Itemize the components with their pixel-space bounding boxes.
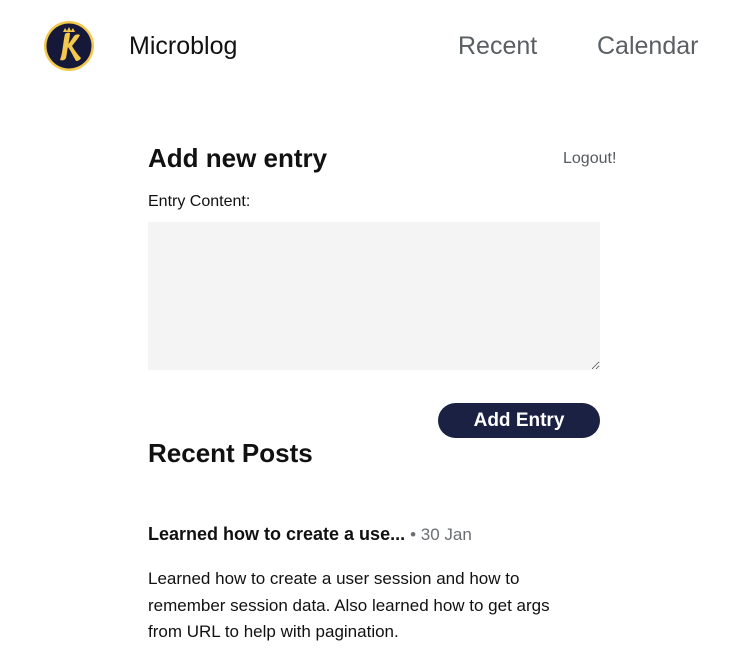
nav-calendar[interactable]: Calendar — [597, 31, 698, 61]
recent-posts-heading: Recent Posts — [148, 438, 313, 468]
post-title-link[interactable]: Learned how to create a use... — [148, 524, 405, 544]
logo-icon[interactable] — [43, 20, 95, 72]
add-entry-title: Add new entry — [148, 143, 328, 173]
post-date: • 30 Jan — [410, 525, 472, 544]
entry-content-textarea[interactable] — [148, 222, 600, 370]
add-entry-button[interactable]: Add Entry — [438, 403, 600, 438]
post-body: Learned how to create a user session and… — [148, 569, 550, 641]
entry-content-label: Entry Content: — [148, 193, 251, 210]
post-item: Learned how to create a use... • 30 Jan … — [148, 523, 588, 646]
nav-recent[interactable]: Recent — [458, 31, 537, 61]
logout-link[interactable]: Logout! — [563, 149, 616, 169]
post-header: Learned how to create a use... • 30 Jan — [148, 523, 588, 546]
page: Microblog Recent Calendar Add new entry … — [0, 0, 749, 672]
brand-link[interactable]: Microblog — [129, 31, 237, 61]
